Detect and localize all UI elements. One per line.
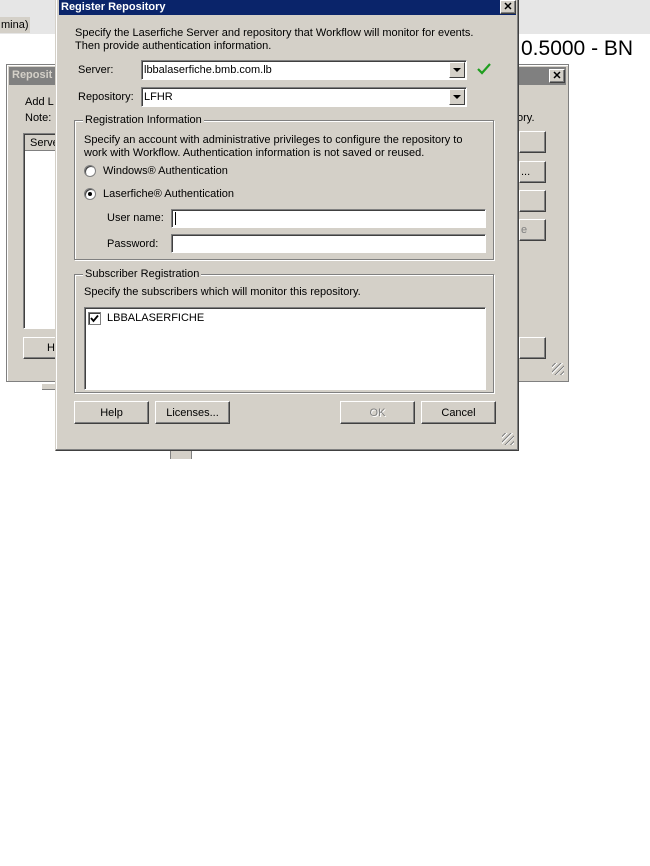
laserfiche-auth-radio[interactable] xyxy=(84,188,96,200)
chevron-down-icon xyxy=(453,95,461,99)
ok-button[interactable]: OK xyxy=(340,401,415,424)
dialog-titlebar[interactable]: Register Repository ✕ xyxy=(59,0,516,15)
dialog-title: Register Repository xyxy=(61,1,166,13)
repository-right-text: ory. xyxy=(517,112,535,124)
repository-button-1[interactable] xyxy=(519,131,546,153)
repository-button-4-label: e xyxy=(521,224,528,236)
password-label: Password: xyxy=(107,238,159,250)
background-fragment-bottom xyxy=(170,450,192,459)
repository-value: LFHR xyxy=(144,91,173,103)
registration-info-group: Registration Information Specify an acco… xyxy=(74,114,494,260)
background-fragment-left xyxy=(42,384,56,390)
repository-help-label: H xyxy=(47,342,55,354)
repository-button-2[interactable]: ... xyxy=(519,161,546,183)
cancel-button-label: Cancel xyxy=(441,406,476,419)
close-button[interactable]: ✕ xyxy=(549,69,565,83)
help-button[interactable]: Help xyxy=(74,401,149,424)
chevron-down-icon xyxy=(453,68,461,72)
ok-button-label: OK xyxy=(369,406,386,419)
help-button-label: Help xyxy=(100,406,123,419)
dialog-intro-text: Specify the Laserfiche Server and reposi… xyxy=(75,27,474,52)
server-dropdown-button[interactable] xyxy=(449,62,465,78)
checkmark-icon xyxy=(477,63,491,75)
subscriber-description: Specify the subscribers which will monit… xyxy=(84,286,361,298)
server-value: lbbalaserfiche.bmb.com.lb xyxy=(144,64,272,76)
windows-auth-radio[interactable] xyxy=(84,165,96,177)
repository-add-label: Add L xyxy=(25,96,54,108)
close-icon: ✕ xyxy=(503,0,513,13)
list-item[interactable]: LBBALASERFICHE xyxy=(88,311,388,327)
registration-info-title: Registration Information xyxy=(83,114,204,126)
subscriber-registration-group: Subscriber Registration Specify the subs… xyxy=(74,268,494,393)
username-label: User name: xyxy=(107,212,164,224)
check-icon xyxy=(90,314,99,323)
registration-description: Specify an account with administrative p… xyxy=(84,134,463,159)
username-field[interactable] xyxy=(171,209,486,228)
repository-list[interactable]: Serve xyxy=(23,133,59,329)
repository-button-3[interactable] xyxy=(519,190,546,212)
text-cursor xyxy=(175,212,176,225)
licenses-button-label: Licenses... xyxy=(166,406,219,419)
laserfiche-auth-label[interactable]: Laserfiche® Authentication xyxy=(103,188,234,200)
password-field[interactable] xyxy=(171,234,486,253)
subscriber-name: LBBALASERFICHE xyxy=(107,312,205,324)
register-repository-dialog: Register Repository ✕ Specify the Laserf… xyxy=(55,0,519,451)
subscriber-checkbox[interactable] xyxy=(88,312,101,325)
repository-label: Repository: xyxy=(78,91,134,103)
cancel-button[interactable]: Cancel xyxy=(421,401,496,424)
server-combobox[interactable]: lbbalaserfiche.bmb.com.lb xyxy=(141,60,467,80)
subscriber-registration-title: Subscriber Registration xyxy=(83,268,202,280)
background-text-fragment: mina) xyxy=(0,17,30,33)
repository-dropdown-button[interactable] xyxy=(449,89,465,105)
repository-window-title: Reposit xyxy=(12,69,53,81)
licenses-button[interactable]: Licenses... xyxy=(155,401,230,424)
server-label: Server: xyxy=(78,64,114,76)
repository-column-header[interactable]: Serve xyxy=(25,135,59,151)
background-version-text: 0.5000 - BN xyxy=(521,37,634,60)
windows-auth-label[interactable]: Windows® Authentication xyxy=(103,165,228,177)
dialog-close-button[interactable]: ✕ xyxy=(500,0,516,14)
close-icon: ✕ xyxy=(552,69,562,82)
repository-help-button[interactable]: H xyxy=(23,337,59,359)
repository-note-label: Note: xyxy=(25,112,52,124)
subscriber-list[interactable]: LBBALASERFICHE xyxy=(84,307,486,390)
repository-combobox[interactable]: LFHR xyxy=(141,87,467,107)
repository-button-5[interactable] xyxy=(519,337,546,359)
resize-grip-icon[interactable] xyxy=(552,363,564,375)
repository-button-4[interactable]: e xyxy=(519,219,546,241)
repository-button-2-label: ... xyxy=(521,166,531,178)
resize-grip-icon[interactable] xyxy=(502,433,514,445)
